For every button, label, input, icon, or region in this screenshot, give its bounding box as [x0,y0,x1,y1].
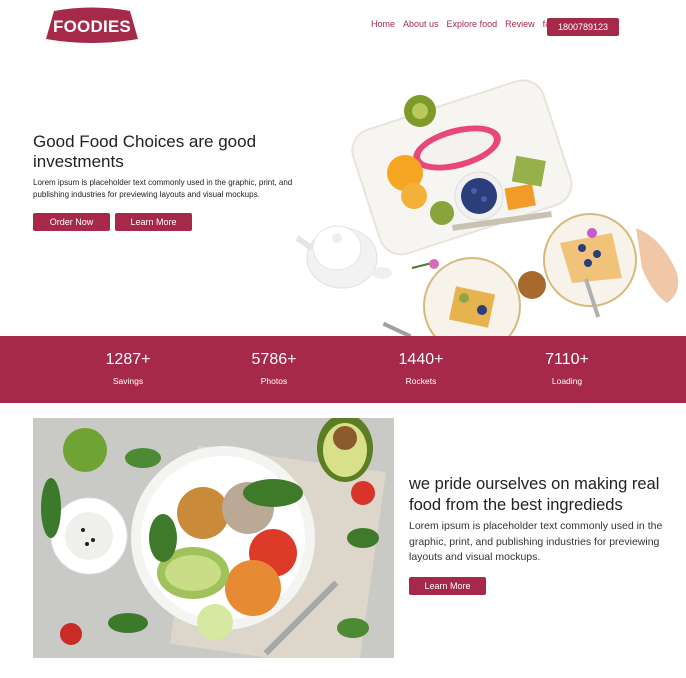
hero-title: Good Food Choices are good investments [33,132,257,171]
stat-value: 5786+ [251,351,297,368]
order-now-button[interactable]: Order Now [33,213,110,231]
stat-value: 7110+ [545,351,589,368]
phone-button[interactable]: 1800789123 [547,18,619,36]
hero-text: Lorem ipsum is placeholder text commonly… [33,178,293,199]
hero-learn-more-button[interactable]: Learn More [115,213,192,231]
stat-value: 1287+ [105,351,151,368]
logo-text: FOODIES [53,17,131,36]
stat-label: Savings [112,376,144,386]
bowl-food-image [33,418,394,658]
main-nav: Home About us Explore food Review faq [371,19,563,29]
stats-band: 1287+ Savings 5786+ Photos 1440+ Rockets… [0,336,686,403]
stat-photos: 5786+ Photos [224,350,324,387]
stat-loading: 7110+ Loading [517,350,617,387]
about-title: we pride ourselves on making real food f… [409,475,660,514]
nav-explore[interactable]: Explore food [447,19,498,29]
nav-home[interactable]: Home [371,19,395,29]
nav-review[interactable]: Review [505,19,535,29]
nav-about[interactable]: About us [403,19,439,29]
stat-rockets: 1440+ Rockets [371,350,471,387]
about-learn-more-button[interactable]: Learn More [409,577,486,595]
stat-savings: 1287+ Savings [78,350,178,387]
hero-food-image [292,78,686,336]
stat-label: Rockets [405,376,437,386]
stat-label: Loading [551,376,583,386]
about-text: Lorem ipsum is placeholder text commonly… [409,520,663,563]
brand-logo[interactable]: FOODIES [46,7,138,44]
stat-value: 1440+ [398,351,444,368]
stat-label: Photos [260,376,288,386]
